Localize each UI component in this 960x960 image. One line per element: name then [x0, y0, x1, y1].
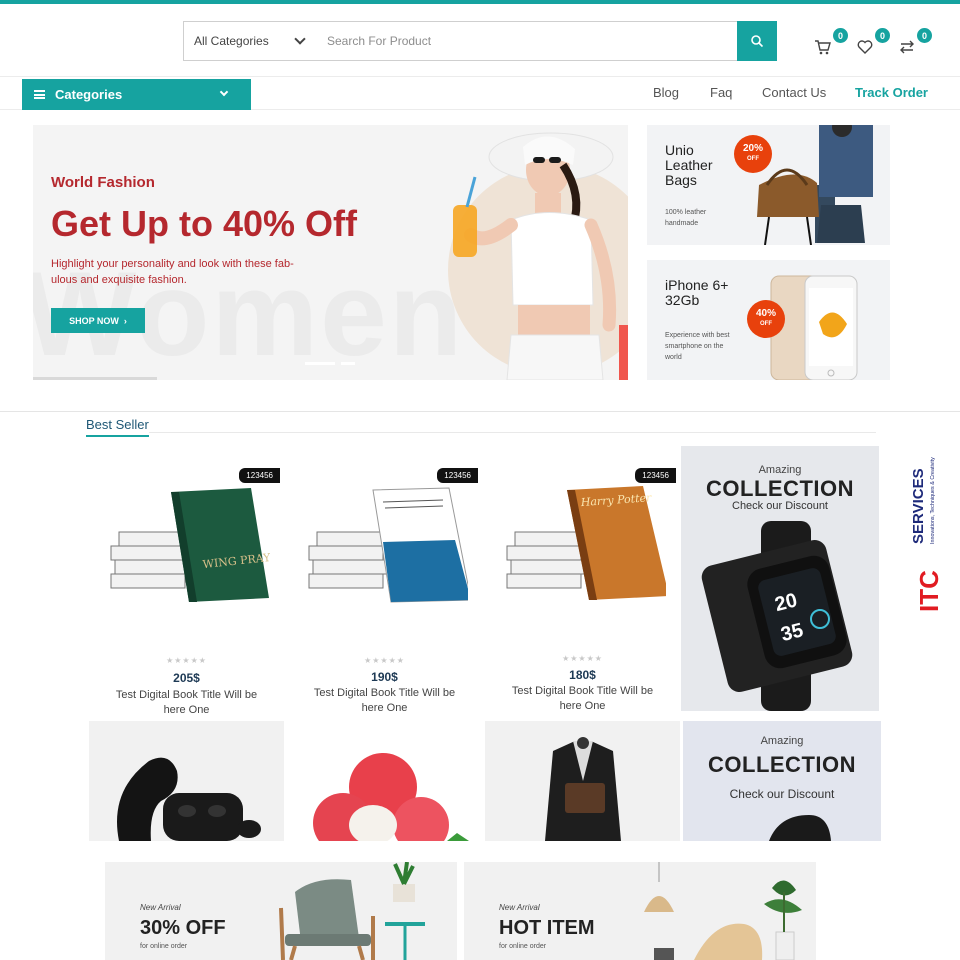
product-title[interactable]: Test Digital Book Title Will be here One [307, 686, 462, 716]
wicker-furniture-image [644, 862, 802, 960]
product-title[interactable]: Test Digital Book Title Will be here One [109, 688, 264, 718]
hero-description: Highlight your personality and look with… [51, 258, 294, 286]
product-tile-earbuds[interactable] [89, 721, 284, 841]
lychee-fruit-image [313, 753, 469, 841]
wishlist-button[interactable]: 0 [856, 28, 890, 56]
nav-link-blog[interactable]: Blog [653, 85, 679, 100]
itc-services-logo: ITC SERVICES Innovations, Techniques & C… [904, 440, 944, 615]
hero-title: Get Up to 40% Off [51, 203, 358, 244]
book-image [308, 487, 468, 603]
ad-headline: COLLECTION [706, 476, 854, 501]
product-title[interactable]: Test Digital Book Title Will be here One [505, 684, 660, 714]
logo-tagline: Innovations, Techniques & Creativity [930, 457, 936, 544]
ad-kicker: Amazing [760, 735, 804, 747]
banner-headline: 30% OFF [140, 917, 226, 939]
armchair-image [279, 862, 425, 960]
cart-button[interactable]: 0 [814, 28, 848, 56]
section-divider [0, 411, 960, 412]
logo-name: SERVICES [910, 468, 927, 544]
itc-logo-mark: ITC SERVICES Innovations, Techniques & C… [910, 457, 944, 612]
smartwatch-image: 20 35 [701, 521, 853, 711]
fashion-model-image [453, 132, 628, 380]
leather-bag-image [757, 125, 873, 245]
banner-headline: HOT ITEM [499, 917, 595, 939]
nav-divider [0, 76, 960, 77]
cart-count-badge: 0 [833, 28, 848, 43]
nav-link-faq[interactable]: Faq [710, 85, 732, 100]
category-select-value: All Categories [194, 34, 269, 48]
slider-dot[interactable] [305, 362, 335, 365]
compare-button[interactable]: 0 [898, 28, 932, 56]
cart-icon [815, 40, 831, 55]
promo-title: Unio Leather Bags [665, 142, 713, 188]
banner-new-arrival-hot[interactable]: New Arrival HOT ITEM for online order [464, 862, 816, 960]
banner-new-arrival-sale[interactable]: New Arrival 30% OFF for online order [105, 862, 457, 960]
compare-arrows-icon [900, 40, 914, 54]
product-card[interactable]: 123456 WING PRAYER ★★★★★ 205$ Test Digit… [89, 450, 284, 720]
product-tile-jacket[interactable] [485, 721, 680, 841]
search-icon [751, 35, 764, 48]
discount-badge: 40% OFF [747, 300, 785, 338]
product-card[interactable]: 123456 Harry Potter ★★★★★ 180$ Test Digi… [485, 450, 680, 720]
product-rating: ★★★★★ [364, 656, 405, 665]
logo-mark: ITC [914, 570, 944, 612]
product-rating: ★★★★★ [166, 656, 207, 665]
discount-suffix: OFF [760, 321, 772, 327]
ad-kicker: Amazing [758, 464, 802, 476]
compare-count-badge: 0 [917, 28, 932, 43]
collection-ad[interactable]: Amazing COLLECTION Check our Discount 20… [681, 446, 879, 711]
categories-label: Categories [55, 87, 123, 102]
page: All Categories 0 0 0 Categories [0, 0, 960, 960]
search-button[interactable] [737, 21, 777, 61]
promo-leather-bags[interactable]: Unio Leather Bags 100% leather handmade … [647, 125, 890, 245]
slider-indicators[interactable] [305, 362, 355, 365]
promo-note: 100% leather handmade [665, 209, 707, 227]
product-card[interactable]: 123456 ★★★★★ 190$ Test Digital Book Titl… [287, 450, 482, 720]
wishlist-count-badge: 0 [875, 28, 890, 43]
category-select[interactable]: All Categories [183, 21, 312, 61]
nav-link-contact-us[interactable]: Contact Us [762, 85, 826, 100]
tab-rule [149, 432, 876, 433]
tab-active-underline [86, 435, 149, 437]
nav-link-track-order[interactable]: Track Order [855, 85, 928, 100]
hero-subtitle: World Fashion [51, 174, 155, 191]
shop-now-button[interactable]: SHOP NOW › [51, 308, 145, 333]
shop-now-label: SHOP NOW [69, 315, 119, 326]
banner-subtext: for online order [499, 943, 547, 950]
product-price: 190$ [371, 670, 398, 684]
collection-ad[interactable]: Amazing COLLECTION Check our Discount [683, 721, 881, 841]
chevron-right-icon: › [123, 315, 127, 326]
smartwatch-image [769, 815, 831, 841]
ad-subtext: Check our Discount [732, 500, 828, 512]
heart-icon [857, 40, 873, 54]
product-price: 205$ [173, 671, 200, 685]
categories-menu-button[interactable]: Categories [22, 79, 251, 110]
promo-note: Experience with best smartphone on the w… [665, 332, 730, 361]
slider-progress-bar [33, 377, 157, 380]
chevron-down-icon [294, 33, 306, 45]
product-price: 180$ [569, 668, 596, 682]
book-image: WING PRAYER [110, 488, 270, 602]
banner-subtext: for online order [140, 943, 188, 950]
product-tile-lychee[interactable] [287, 721, 482, 841]
tab-best-seller[interactable]: Best Seller [86, 417, 149, 432]
slider-dot[interactable] [341, 362, 355, 365]
product-rating: ★★★★★ [562, 654, 603, 663]
promo-iphone[interactable]: iPhone 6+ 32Gb Experience with best smar… [647, 260, 890, 380]
banner-kicker: New Arrival [140, 903, 181, 912]
chevron-down-icon [219, 87, 229, 97]
book-image: Harry Potter [506, 486, 666, 600]
top-accent-line [0, 0, 960, 4]
menu-icon [34, 90, 45, 99]
ad-headline: COLLECTION [708, 752, 856, 777]
banner-kicker: New Arrival [499, 903, 540, 912]
hero-banner[interactable]: Women World Fashion Get Up to 40% Off Hi… [33, 125, 628, 380]
discount-percent: 40% [755, 308, 776, 319]
ad-subtext: Check our Discount [729, 787, 835, 801]
leather-jacket-image [545, 737, 621, 841]
earbuds-image [117, 757, 261, 841]
promo-title: iPhone 6+ 32Gb [665, 277, 729, 308]
search-input[interactable] [311, 21, 738, 61]
